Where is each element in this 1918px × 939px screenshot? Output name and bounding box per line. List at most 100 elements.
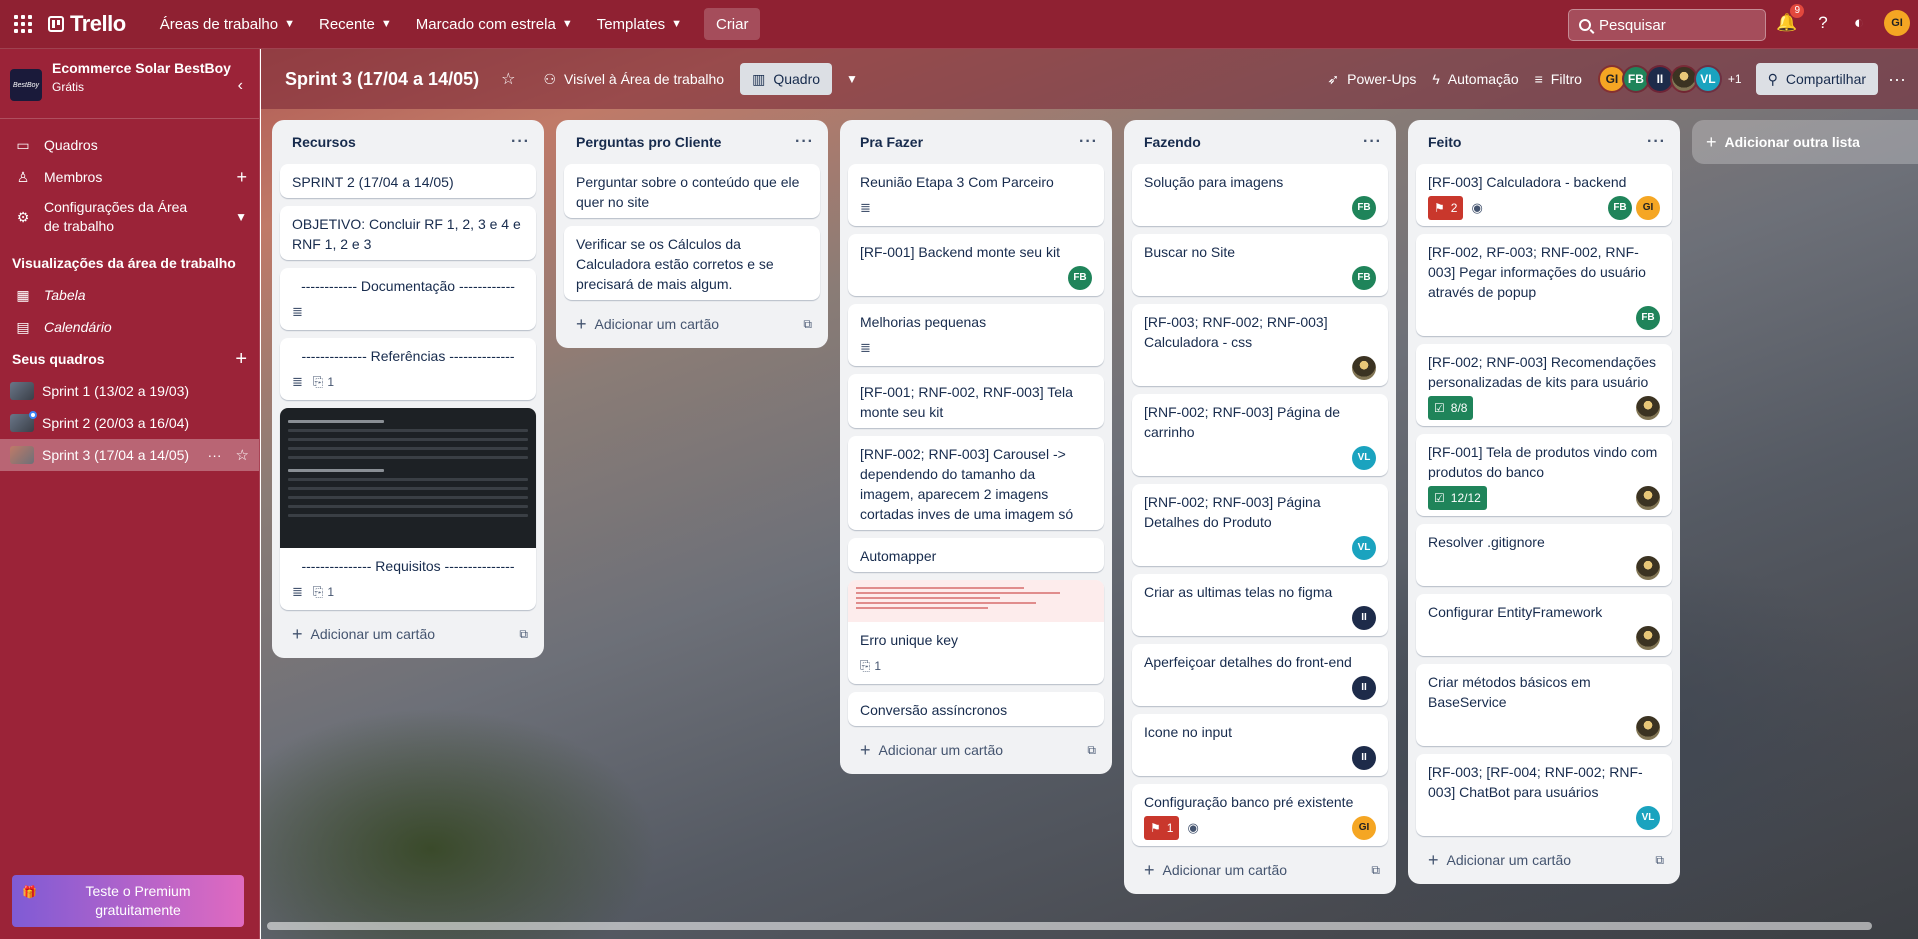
sidebar-item-members[interactable]: ♙ Membros +	[0, 161, 259, 193]
card[interactable]: Resolver .gitignore	[1416, 524, 1672, 586]
card[interactable]: [RF-002; RNF-003] Recomendações personal…	[1416, 344, 1672, 426]
card[interactable]: [RNF-002; RNF-003] Página Detalhes do Pr…	[1132, 484, 1388, 566]
list-menu-icon[interactable]: ···	[795, 133, 814, 151]
card-member-avatar[interactable]: FB	[1608, 196, 1632, 220]
card-member-avatar[interactable]: II	[1352, 606, 1376, 630]
list-menu-icon[interactable]: ···	[1647, 133, 1666, 151]
templates-menu[interactable]: Templates ▼	[585, 8, 694, 40]
card[interactable]: --------------- Requisitos -------------…	[280, 408, 536, 610]
card[interactable]: [RF-001] Backend monte seu kit FB	[848, 234, 1104, 296]
visibility-button[interactable]: ⚇ Visível à Área de trabalho	[535, 63, 732, 95]
card[interactable]: Icone no input II	[1132, 714, 1388, 776]
card[interactable]: Solução para imagens FB	[1132, 164, 1388, 226]
card-member-avatar-photo[interactable]	[1352, 356, 1376, 380]
add-board-icon[interactable]: +	[235, 348, 247, 371]
card-member-avatar[interactable]: GI	[1352, 816, 1376, 840]
card-template-icon[interactable]: ⧉	[803, 317, 812, 332]
starred-menu[interactable]: Marcado com estrela ▼	[404, 8, 585, 40]
card[interactable]: [RF-003] Calculadora - backend ⚑ 2 ◉ FB GI	[1416, 164, 1672, 226]
powerups-button[interactable]: ➶ Power-Ups	[1319, 63, 1424, 95]
card[interactable]: Criar as ultimas telas no figma II	[1132, 574, 1388, 636]
card[interactable]: Aperfeiçoar detalhes do front-end II	[1132, 644, 1388, 706]
add-card-button[interactable]: + Adicionar um cartão ⧉	[1132, 854, 1388, 886]
list-menu-icon[interactable]: ···	[1079, 133, 1098, 151]
card[interactable]: Verificar se os Cálculos da Calculadora …	[564, 226, 820, 300]
trello-logo[interactable]: Trello	[48, 11, 126, 37]
card-template-icon[interactable]: ⧉	[1087, 743, 1096, 758]
horizontal-scrollbar[interactable]	[267, 922, 1872, 930]
add-card-button[interactable]: + Adicionar um cartão ⧉	[280, 618, 536, 650]
card-member-avatar-photo[interactable]	[1636, 716, 1660, 740]
more-options-icon[interactable]: ···	[1888, 69, 1906, 90]
card-member-avatar[interactable]: FB	[1636, 306, 1660, 330]
automation-button[interactable]: ϟ Automação	[1424, 63, 1526, 95]
card[interactable]: [RNF-002; RNF-003] Carousel -> dependend…	[848, 436, 1104, 530]
add-card-button[interactable]: + Adicionar um cartão ⧉	[848, 734, 1104, 766]
workspace-name[interactable]: Ecommerce Solar BestBoy	[52, 59, 231, 78]
add-card-button[interactable]: + Adicionar um cartão ⧉	[564, 308, 820, 340]
sidebar-board-sprint-2[interactable]: Sprint 2 (20/03 a 16/04)	[0, 407, 259, 439]
member-avatar[interactable]: VL	[1693, 65, 1722, 93]
card[interactable]: Configurar EntityFramework	[1416, 594, 1672, 656]
card-member-avatar[interactable]: II	[1352, 746, 1376, 770]
add-member-icon[interactable]: +	[236, 167, 247, 188]
workspaces-menu[interactable]: Áreas de trabalho ▼	[148, 8, 307, 40]
card-template-icon[interactable]: ⧉	[519, 627, 528, 642]
card[interactable]: Perguntar sobre o conteúdo que ele quer …	[564, 164, 820, 218]
card-member-avatar[interactable]: FB	[1068, 266, 1092, 290]
extra-members-count[interactable]: +1	[1728, 72, 1742, 86]
card[interactable]: OBJETIVO: Concluir RF 1, 2, 3 e 4 e RNF …	[280, 206, 536, 260]
filter-button[interactable]: ≡ Filtro	[1527, 63, 1590, 95]
more-options-icon[interactable]: ···	[208, 447, 222, 463]
sidebar-board-sprint-1[interactable]: Sprint 1 (13/02 a 19/03)	[0, 375, 259, 407]
list-menu-icon[interactable]: ···	[1363, 133, 1382, 151]
card[interactable]: Reunião Etapa 3 Com Parceiro ≣	[848, 164, 1104, 226]
board-title[interactable]: Sprint 3 (17/04 a 14/05)	[285, 69, 479, 90]
premium-trial-button[interactable]: 🎁 Teste o Premium gratuitamente	[12, 875, 244, 927]
card-member-avatar[interactable]: II	[1352, 676, 1376, 700]
sidebar-item-settings[interactable]: ⚙ Configurações da Área de trabalho ▼	[0, 193, 259, 241]
sidebar-board-sprint-3[interactable]: Sprint 3 (17/04 a 14/05) ··· ☆	[0, 439, 259, 471]
card[interactable]: Erro unique key ⎘ 1	[848, 580, 1104, 684]
card-template-icon[interactable]: ⧉	[1371, 863, 1380, 878]
user-avatar[interactable]: GI	[1884, 10, 1910, 36]
sidebar-item-boards[interactable]: ▭ Quadros	[0, 129, 259, 161]
notifications-icon[interactable]: 🔔 9	[1776, 4, 1804, 34]
help-icon[interactable]: ?	[1812, 12, 1834, 34]
card[interactable]: SPRINT 2 (17/04 a 14/05)	[280, 164, 536, 198]
card[interactable]: Buscar no Site FB	[1132, 234, 1388, 296]
card[interactable]: [RNF-002; RNF-003] Página de carrinho VL	[1132, 394, 1388, 476]
chevron-down-icon[interactable]: ▼	[235, 210, 247, 224]
recent-menu[interactable]: Recente ▼	[307, 8, 404, 40]
card[interactable]: Criar métodos básicos em BaseService	[1416, 664, 1672, 746]
views-dropdown-chevron-icon[interactable]: ▼	[838, 63, 866, 95]
add-list-button[interactable]: + Adicionar outra lista	[1692, 120, 1918, 164]
card-member-avatar[interactable]: FB	[1352, 196, 1376, 220]
share-button[interactable]: ⚲ Compartilhar	[1755, 63, 1879, 95]
card[interactable]: Conversão assíncronos	[848, 692, 1104, 726]
list-header[interactable]: Fazendo ···	[1132, 120, 1388, 164]
card-member-avatar-photo[interactable]	[1636, 396, 1660, 420]
star-icon[interactable]: ☆	[236, 446, 249, 464]
card[interactable]: [RF-002, RF-003; RNF-002, RNF-003] Pegar…	[1416, 234, 1672, 336]
collapse-sidebar-icon[interactable]: ‹	[232, 75, 249, 97]
list-header[interactable]: Feito ···	[1416, 120, 1672, 164]
card[interactable]: -------------- Referências -------------…	[280, 338, 536, 400]
card-member-avatar[interactable]: VL	[1352, 536, 1376, 560]
apps-grid-icon[interactable]	[12, 13, 34, 35]
search-input[interactable]: Pesquisar	[1568, 9, 1766, 41]
list-header[interactable]: Pra Fazer ···	[848, 120, 1104, 164]
card[interactable]: [RF-001] Tela de produtos vindo com prod…	[1416, 434, 1672, 516]
create-button[interactable]: Criar	[703, 8, 761, 40]
sidebar-item-calendar[interactable]: ▤ Calendário	[0, 311, 259, 343]
card[interactable]: [RF-003; [RF-004; RNF-002; RNF-003] Chat…	[1416, 754, 1672, 836]
card-template-icon[interactable]: ⧉	[1655, 853, 1664, 868]
card-member-avatar[interactable]: GI	[1636, 196, 1660, 220]
card[interactable]: ------------ Documentação ------------ ≣	[280, 268, 536, 330]
card-member-avatar-photo[interactable]	[1636, 556, 1660, 580]
list-menu-icon[interactable]: ···	[511, 133, 530, 151]
star-icon[interactable]: ☆	[501, 69, 515, 89]
card-member-avatar-photo[interactable]	[1636, 486, 1660, 510]
card-member-avatar[interactable]: FB	[1352, 266, 1376, 290]
add-card-button[interactable]: + Adicionar um cartão ⧉	[1416, 844, 1672, 876]
